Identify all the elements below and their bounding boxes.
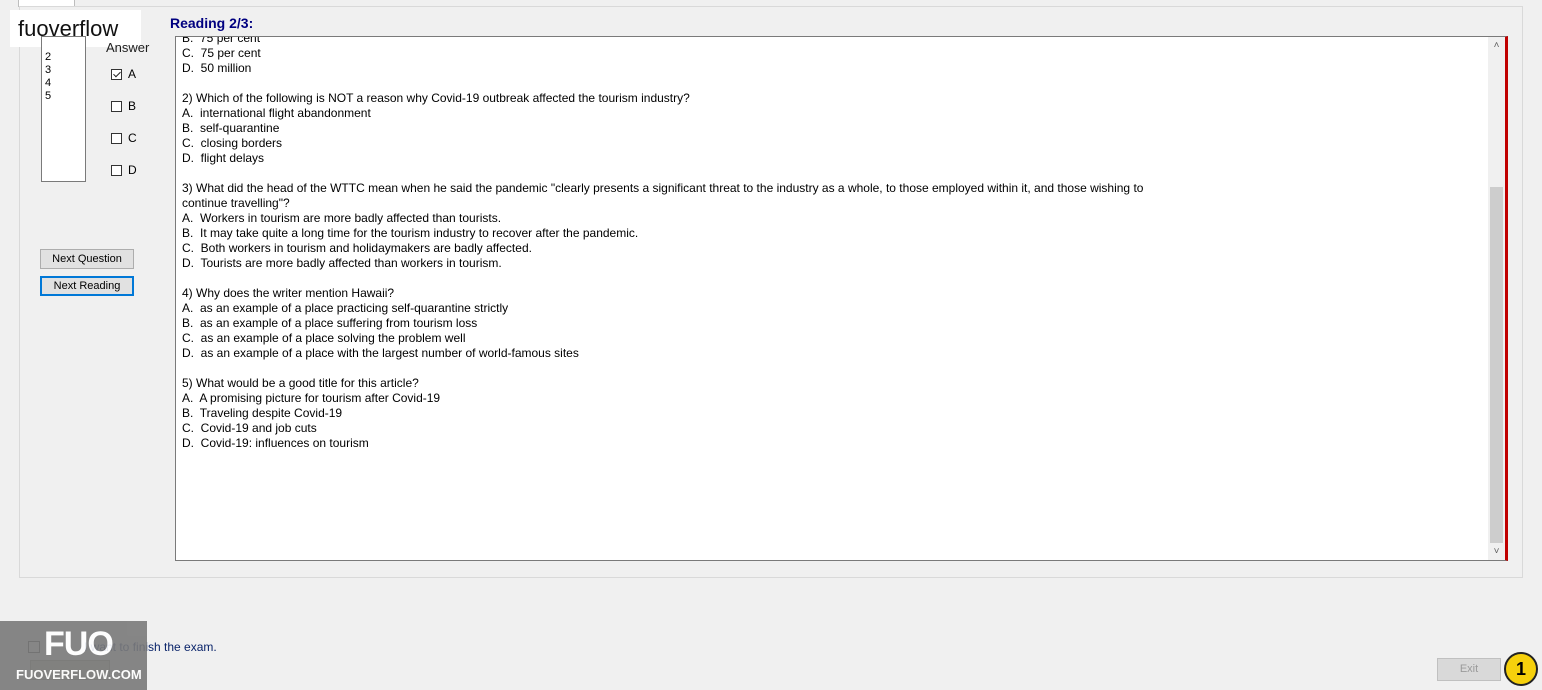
next-question-button[interactable]: Next Question (40, 249, 134, 269)
option-d-label: D (128, 163, 137, 177)
option-c-checkbox[interactable] (111, 132, 122, 144)
scroll-down-icon[interactable]: ˅ (1488, 543, 1505, 560)
logo-bottom-big: FUO (44, 625, 114, 663)
step-badge: 1 (1504, 652, 1538, 686)
option-d[interactable]: D (111, 163, 137, 177)
question-list-item[interactable]: 4 (45, 77, 85, 90)
reading-textbox[interactable]: B. 75 per cent C. 75 per cent D. 50 mill… (175, 36, 1508, 561)
option-b[interactable]: B (111, 99, 136, 113)
reading-text: B. 75 per cent C. 75 per cent D. 50 mill… (182, 36, 1144, 450)
option-a-checkbox[interactable] (111, 68, 122, 80)
option-a[interactable]: A (111, 67, 136, 81)
question-list-item[interactable]: 3 (45, 64, 85, 77)
question-list[interactable]: 2 3 4 5 (41, 36, 86, 182)
exit-button[interactable]: Exit (1437, 658, 1501, 681)
reading-title: Reading 2/3: (170, 15, 254, 31)
option-a-label: A (128, 67, 137, 81)
answer-label: Answer (106, 40, 150, 55)
next-reading-button[interactable]: Next Reading (40, 276, 134, 296)
scroll-up-icon[interactable]: ˄ (1488, 37, 1505, 54)
question-list-item[interactable]: 2 (45, 51, 85, 64)
scroll-thumb[interactable] (1490, 187, 1503, 543)
logo-bottom-small: FUOVERFLOW.COM (16, 667, 142, 682)
option-b-checkbox[interactable] (111, 100, 122, 112)
reading-scrollbar[interactable]: ˄ ˅ (1488, 37, 1505, 560)
option-c[interactable]: C (111, 131, 137, 145)
option-d-checkbox[interactable] (111, 164, 122, 176)
option-b-label: B (128, 99, 137, 113)
question-list-item[interactable]: 5 (45, 90, 85, 103)
option-c-label: C (128, 131, 137, 145)
fuoverflow-logo-bottom: FUO FUOVERFLOW.COM (0, 621, 147, 690)
